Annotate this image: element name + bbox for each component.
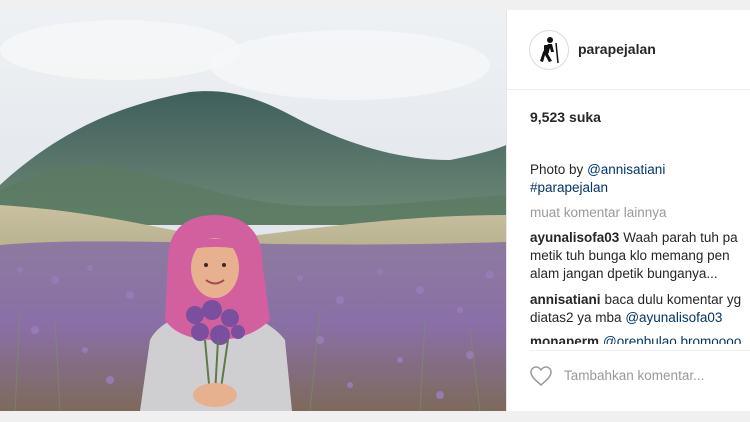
likes-number: 9,523 <box>530 109 566 125</box>
comment-author-link[interactable]: monaperm <box>530 334 599 344</box>
comment-text: metik tuh bunga klo memang pen <box>530 248 730 263</box>
hiker-icon <box>540 37 559 64</box>
caption-hashtag-link[interactable]: #parapejalan <box>530 180 608 195</box>
comment-mention-link[interactable]: @orenbulao bromoooo <box>603 334 741 344</box>
instagram-post-embed: parapejalan 9,523 suka Photo by @annisati… <box>0 10 750 411</box>
divider <box>530 350 750 351</box>
post-caption: Photo by @annisatiani #parapejalan <box>530 161 665 197</box>
comment-item: annisatiani baca dulu komentar yg diatas2… <box>530 291 741 327</box>
likes-count[interactable]: 9,523 suka <box>530 109 601 125</box>
comment-author-link[interactable]: ayunalisofa03 <box>530 230 619 245</box>
avatar[interactable] <box>529 30 569 70</box>
comment-text: baca dulu komentar yg <box>604 292 742 307</box>
comment-text: Waah parah tuh pa <box>623 230 738 245</box>
post-header: parapejalan <box>507 10 750 90</box>
add-comment-input[interactable]: Tambahkan komentar... <box>564 368 704 383</box>
load-more-comments-link[interactable]: muat komentar lainnya <box>530 205 667 220</box>
photo-lavender-field-image <box>0 10 506 411</box>
caption-text: Photo by <box>530 162 584 177</box>
post-photo[interactable] <box>0 10 506 411</box>
comment-item-partial: monaperm @orenbulao bromoooo <box>530 333 741 344</box>
likes-label: suka <box>569 109 601 125</box>
comment-text: alam jangan dpetik bunganya... <box>530 266 718 281</box>
comment-mention-link[interactable]: @ayunalisofa03 <box>625 310 722 325</box>
post-side-panel: parapejalan 9,523 suka Photo by @annisati… <box>506 10 750 411</box>
comment-author-link[interactable]: annisatiani <box>530 292 601 307</box>
caption-mention-link[interactable]: @annisatiani <box>587 162 665 177</box>
comment-item: ayunalisofa03 Waah parah tuh pa metik tuh… <box>530 229 738 283</box>
username-link[interactable]: parapejalan <box>578 41 656 57</box>
heart-icon[interactable] <box>529 365 553 387</box>
comment-text: diatas2 ya mba <box>530 310 622 325</box>
